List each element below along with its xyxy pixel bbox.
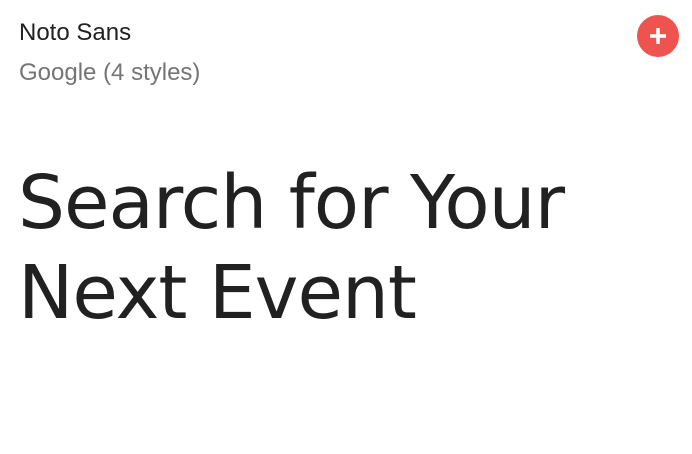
font-foundry-styles: Google (4 styles) [19,59,201,86]
plus-icon [648,26,668,46]
font-family-name[interactable]: Noto Sans [19,17,131,49]
add-font-button[interactable] [637,15,679,57]
font-card: Noto Sans Google (4 styles) Search for Y… [0,0,692,454]
font-sample-text: Search for Your Next Event [18,160,565,336]
